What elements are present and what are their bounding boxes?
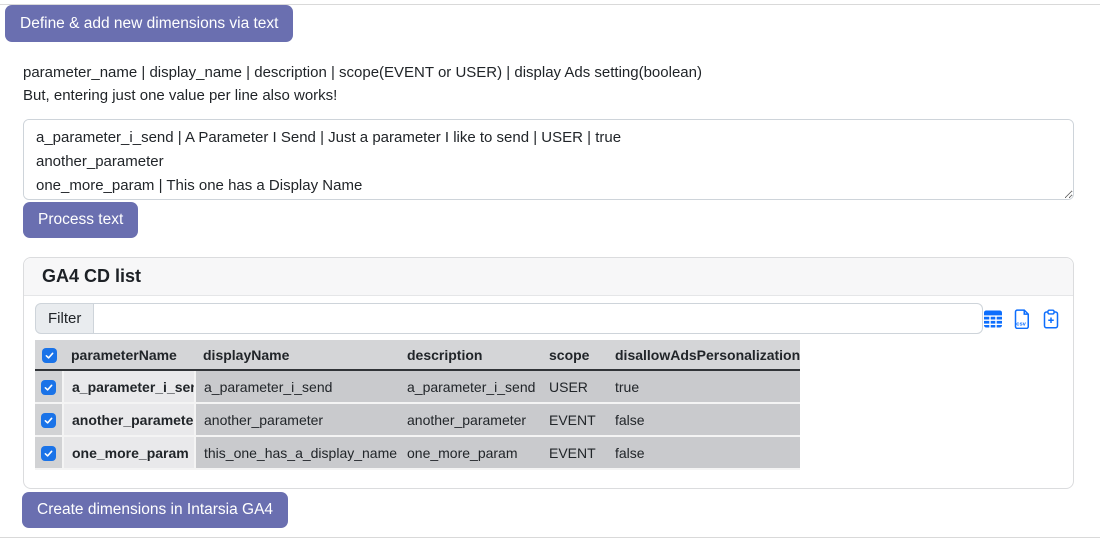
filter-input-group: Filter xyxy=(35,303,983,334)
column-header-parameterName: parameterName xyxy=(63,340,195,370)
column-header-scope: scope xyxy=(541,340,607,370)
column-header-disallowAdsPersonalization: disallowAdsPersonalization xyxy=(607,340,800,370)
cell-disallowAdsPersonalization: false xyxy=(607,436,800,469)
filter-row: Filter csv xyxy=(35,303,1062,334)
csv-file-icon[interactable]: csv xyxy=(1012,309,1032,329)
table-header-row: parameterName displayName description sc… xyxy=(35,340,800,370)
cell-description: another_parameter xyxy=(399,403,541,436)
cell-parameterName: one_more_param xyxy=(63,436,195,469)
cell-scope: USER xyxy=(541,370,607,403)
cell-displayName: this_one_has_a_display_name xyxy=(195,436,399,469)
table-row[interactable]: one_more_param this_one_has_a_display_na… xyxy=(35,436,800,469)
cell-disallowAdsPersonalization: true xyxy=(607,370,800,403)
select-all-checkbox[interactable] xyxy=(42,348,57,363)
instruction-hint-line: But, entering just one value per line al… xyxy=(23,84,702,107)
process-text-button[interactable]: Process text xyxy=(23,202,138,238)
row-checkbox[interactable] xyxy=(41,446,56,461)
define-dimensions-button[interactable]: Define & add new dimensions via text xyxy=(5,5,293,42)
bottom-divider xyxy=(0,537,1100,538)
instructions: parameter_name | display_name | descript… xyxy=(23,61,702,107)
card-title: GA4 CD list xyxy=(42,266,141,287)
filter-input[interactable] xyxy=(94,303,983,334)
table-row[interactable]: another_parameter another_parameter anot… xyxy=(35,403,800,436)
card-header: GA4 CD list xyxy=(24,258,1073,296)
cell-displayName: a_parameter_i_send xyxy=(195,370,399,403)
cd-table: parameterName displayName description sc… xyxy=(35,340,800,470)
column-header-displayName: displayName xyxy=(195,340,399,370)
row-checkbox[interactable] xyxy=(41,413,56,428)
cell-scope: EVENT xyxy=(541,436,607,469)
cell-disallowAdsPersonalization: false xyxy=(607,403,800,436)
filter-label: Filter xyxy=(35,303,94,334)
ga4-cd-list-card: GA4 CD list Filter xyxy=(23,257,1074,489)
svg-text:csv: csv xyxy=(1016,321,1026,327)
create-dimensions-button[interactable]: Create dimensions in Intarsia GA4 xyxy=(22,492,288,528)
clipboard-plus-icon[interactable] xyxy=(1041,309,1061,329)
cell-scope: EVENT xyxy=(541,403,607,436)
table-icon[interactable] xyxy=(983,309,1003,329)
cell-description: a_parameter_i_send xyxy=(399,370,541,403)
row-checkbox[interactable] xyxy=(41,380,56,395)
table-toolbar: csv xyxy=(983,309,1062,329)
dimensions-text-input[interactable]: a_parameter_i_send | A Parameter I Send … xyxy=(23,119,1074,200)
cell-parameterName: another_parameter xyxy=(63,403,195,436)
instruction-format-line: parameter_name | display_name | descript… xyxy=(23,61,702,84)
cell-description: one_more_param xyxy=(399,436,541,469)
card-body: Filter csv xyxy=(24,296,1073,477)
column-header-description: description xyxy=(399,340,541,370)
table-row[interactable]: a_parameter_i_send a_parameter_i_send a_… xyxy=(35,370,800,403)
cell-parameterName: a_parameter_i_send xyxy=(63,370,195,403)
page: Define & add new dimensions via text par… xyxy=(0,0,1100,544)
cell-displayName: another_parameter xyxy=(195,403,399,436)
